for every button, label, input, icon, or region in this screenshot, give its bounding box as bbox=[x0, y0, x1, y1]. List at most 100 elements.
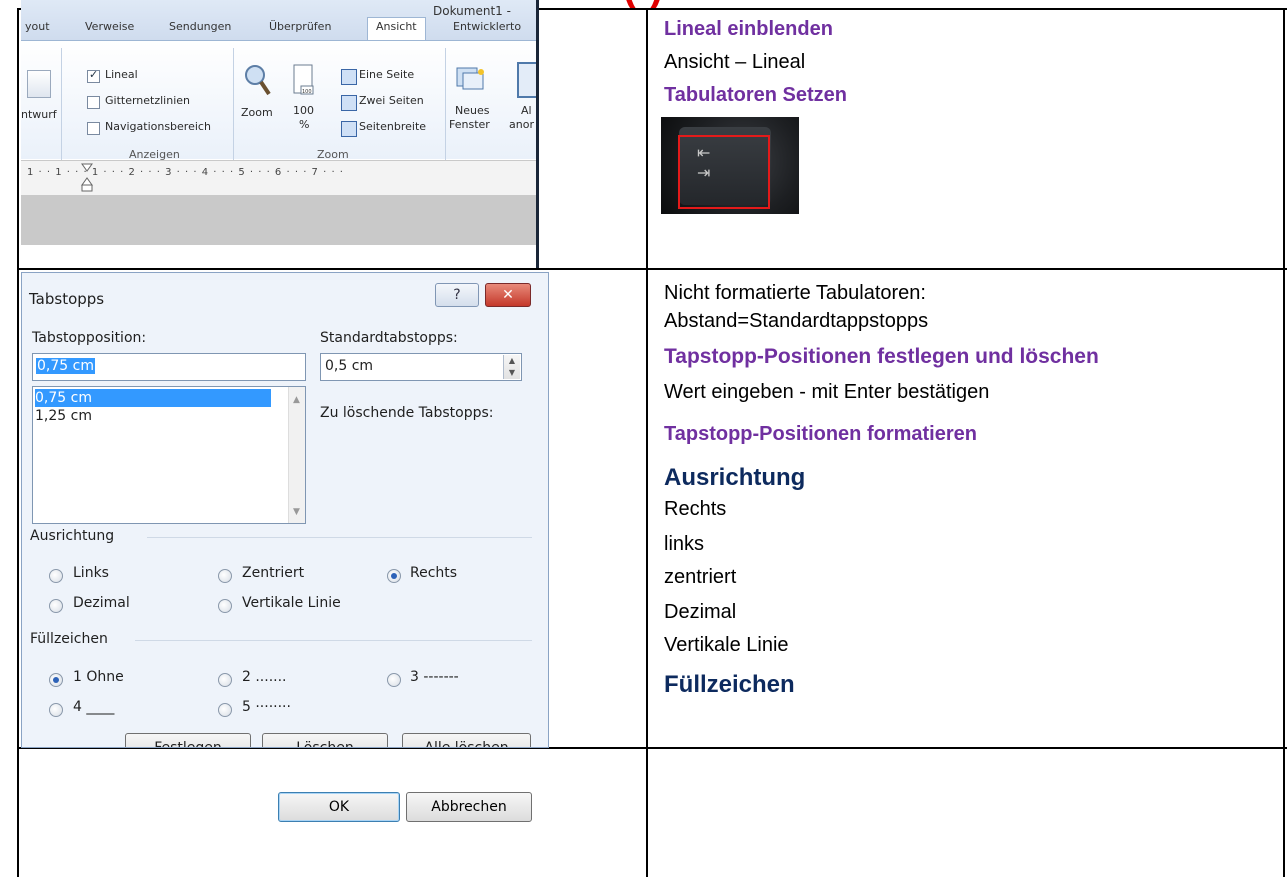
list-item[interactable]: 1,25 cm bbox=[35, 407, 271, 425]
align-dezimal-label: Dezimal bbox=[73, 595, 130, 611]
scroll-down-icon[interactable]: ▼ bbox=[293, 507, 300, 517]
hundred-top-label: 100 bbox=[293, 104, 314, 117]
align-rechts-label: Rechts bbox=[410, 565, 458, 581]
draft-view-icon[interactable] bbox=[27, 70, 51, 98]
fill-dots-label: 2 ....... bbox=[242, 669, 287, 685]
scroll-up-icon[interactable]: ▲ bbox=[293, 395, 300, 405]
neues-label: Neues bbox=[455, 104, 490, 117]
align-links-label: Links bbox=[73, 565, 109, 581]
heading-formatieren: Tapstopp-Positionen formatieren bbox=[664, 423, 977, 445]
lineal-label: Lineal bbox=[105, 68, 138, 81]
stepper-arrows-icon[interactable]: ▲ ▼ bbox=[503, 355, 520, 379]
fill-underline-radio[interactable] bbox=[49, 703, 63, 717]
list-scrollbar[interactable]: ▲ ▼ bbox=[288, 387, 305, 523]
list-item: links bbox=[664, 533, 705, 555]
tab-key-highlight bbox=[678, 135, 770, 209]
align-dezimal-radio[interactable] bbox=[49, 599, 63, 613]
word-ribbon-screenshot: Dokument1 - yout Verweise Sendungen Über… bbox=[21, 0, 539, 268]
table-border-middle bbox=[646, 8, 648, 877]
fill-middots-radio[interactable] bbox=[218, 703, 232, 717]
tab-verweise[interactable]: Verweise bbox=[85, 20, 134, 33]
lineal-checkbox[interactable] bbox=[87, 68, 100, 83]
tab-left-arrow-icon: ⇤ bbox=[697, 145, 711, 162]
alignment-group-line bbox=[147, 537, 532, 538]
list-item: Vertikale Linie bbox=[664, 634, 789, 656]
list-item[interactable]: 0,75 cm bbox=[35, 389, 271, 407]
align-zentriert-radio[interactable] bbox=[218, 569, 232, 583]
align-vertikale-linie-radio[interactable] bbox=[218, 599, 232, 613]
arrange-all-icon[interactable] bbox=[517, 62, 536, 98]
tabstop-position-label: Tabstopposition: bbox=[32, 330, 147, 346]
to-delete-label: Zu löschende Tabstopps: bbox=[320, 405, 494, 421]
tabstopps-dialog: Tabstopps ? ✕ Tabstopposition: 0,75 cm S… bbox=[21, 272, 549, 748]
fill-none-radio[interactable] bbox=[49, 673, 63, 687]
tab-entwicklertools[interactable]: Entwicklerto bbox=[453, 20, 521, 33]
magnifier-icon[interactable] bbox=[241, 62, 273, 98]
dialog-title: Tabstopps bbox=[29, 290, 105, 308]
fill-group-line bbox=[135, 640, 532, 641]
close-button[interactable]: ✕ bbox=[485, 283, 531, 307]
fill-dashes-label: 3 ------- bbox=[410, 669, 459, 685]
new-window-icon[interactable] bbox=[453, 62, 487, 94]
fill-group-label: Füllzeichen bbox=[30, 631, 108, 647]
fill-dashes-radio[interactable] bbox=[387, 673, 401, 687]
align-zentriert-label: Zentriert bbox=[242, 565, 305, 581]
document-page bbox=[21, 245, 536, 268]
table-border-left bbox=[17, 8, 19, 877]
svg-text:100: 100 bbox=[302, 89, 312, 95]
list-item: zentriert bbox=[664, 566, 737, 588]
text-abstand: Abstand=Standardtappstopps bbox=[664, 310, 929, 332]
document-area bbox=[21, 195, 536, 245]
ribbon-separator-3 bbox=[445, 48, 446, 160]
zoom-label: Zoom bbox=[241, 106, 273, 119]
tab-ansicht[interactable]: Ansicht bbox=[367, 17, 426, 40]
delete-button[interactable]: Löschen bbox=[262, 733, 388, 747]
delete-all-button[interactable]: Alle löschen bbox=[402, 733, 531, 747]
one-page-icon[interactable] bbox=[341, 69, 357, 85]
indent-marker-icon[interactable] bbox=[81, 163, 93, 193]
fill-none-label: 1 Ohne bbox=[73, 669, 124, 685]
fill-dots-radio[interactable] bbox=[218, 673, 232, 687]
navigationsbereich-checkbox[interactable] bbox=[87, 122, 100, 135]
page-width-icon[interactable] bbox=[341, 121, 357, 137]
set-button[interactable]: Festlegen bbox=[125, 733, 251, 747]
ribbon-separator-2 bbox=[233, 48, 234, 160]
align-rechts-radio[interactable] bbox=[387, 569, 401, 583]
ok-button[interactable]: OK bbox=[278, 792, 400, 822]
default-tabs-label: Standardtabstopps: bbox=[320, 330, 458, 346]
gitternetzlinien-checkbox[interactable] bbox=[87, 96, 100, 109]
hundred-percent-icon[interactable]: 100 bbox=[291, 62, 317, 98]
heading-festlegen-loeschen: Tapstopp-Positionen festlegen und lösche… bbox=[664, 345, 1099, 368]
page-width-label: Seitenbreite bbox=[359, 120, 427, 133]
one-page-label: Eine Seite bbox=[359, 68, 415, 81]
align-links-radio[interactable] bbox=[49, 569, 63, 583]
navigationsbereich-label: Navigationsbereich bbox=[105, 120, 211, 133]
list-item: Dezimal bbox=[664, 601, 737, 623]
tabstop-list[interactable]: 0,75 cm 1,25 cm ▲ ▼ bbox=[32, 386, 306, 524]
heading-lineal-einblenden: Lineal einblenden bbox=[664, 18, 833, 40]
hundred-bottom-label: % bbox=[299, 118, 310, 131]
tabstop-position-input[interactable]: 0,75 cm bbox=[32, 353, 306, 381]
two-pages-label: Zwei Seiten bbox=[359, 94, 424, 107]
ruler[interactable]: 1 · · 1 · · · 1 · · · 2 · · · 3 · · · 4 … bbox=[21, 160, 536, 196]
arrange-label-bottom: anor bbox=[509, 118, 534, 131]
tab-right-arrow-icon: ⇥ bbox=[697, 165, 711, 182]
heading-ausrichtung: Ausrichtung bbox=[664, 464, 806, 491]
gitternetzlinien-label: Gitternetzlinien bbox=[105, 94, 191, 107]
cancel-button[interactable]: Abbrechen bbox=[406, 792, 532, 822]
help-button[interactable]: ? bbox=[435, 283, 479, 307]
fill-underline-label: 4 ____ bbox=[73, 699, 115, 715]
heading-tabulatoren-setzen: Tabulatoren Setzen bbox=[664, 84, 847, 106]
text-nicht-formatierte: Nicht formatierte Tabulatoren: bbox=[664, 282, 926, 304]
default-tabs-stepper[interactable]: 0,5 cm ▲ ▼ bbox=[320, 353, 522, 381]
tab-layout[interactable]: yout bbox=[25, 20, 50, 33]
tab-ueberpruefen[interactable]: Überprüfen bbox=[269, 20, 331, 33]
text-ansicht-lineal: Ansicht – Lineal bbox=[664, 51, 806, 73]
ruler-scale: 1 · · 1 · · · 1 · · · 2 · · · 3 · · · 4 … bbox=[27, 167, 344, 178]
arrange-label-top: Al bbox=[521, 104, 532, 117]
alignment-group-label: Ausrichtung bbox=[30, 528, 115, 544]
list-item: Rechts bbox=[664, 498, 727, 520]
two-pages-icon[interactable] bbox=[341, 95, 357, 111]
tab-sendungen[interactable]: Sendungen bbox=[169, 20, 231, 33]
draft-view-label: ntwurf bbox=[21, 108, 57, 121]
